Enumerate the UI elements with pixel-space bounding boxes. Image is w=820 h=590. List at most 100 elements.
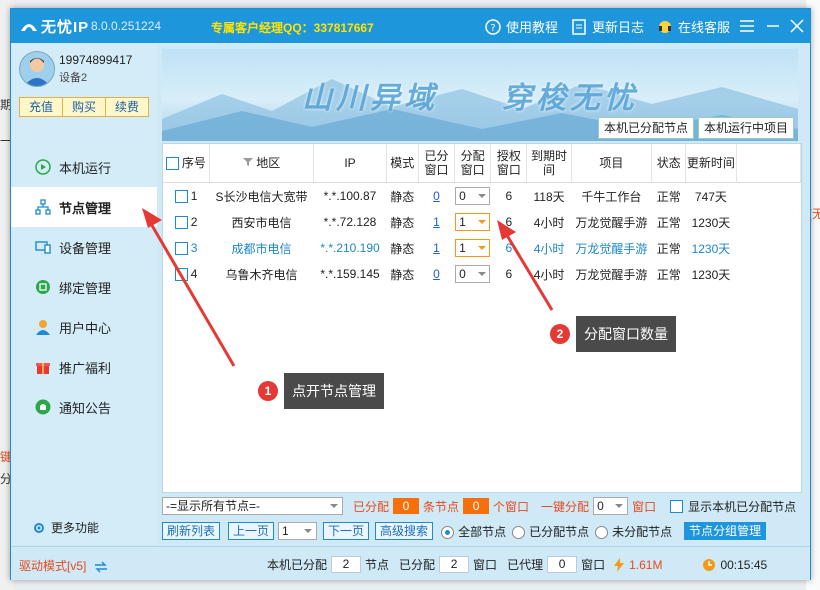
node-filter-select[interactable]: -=显示所有节点=- <box>162 497 343 515</box>
row-update: 1230天 <box>691 241 731 256</box>
title-bar[interactable]: 无忧IP 8.0.0.251224 专属客户经理QQ：337817667 ? 使… <box>11 9 810 43</box>
customer-service-label: 在线客服 <box>678 20 731 35</box>
changelog-link[interactable]: 更新日志 <box>571 17 644 36</box>
sidebar: 19974899417 设备2 充值 购买 续费 本机运行 节点管理 设备管理 … <box>11 43 157 545</box>
renew-button[interactable]: 续费 <box>106 98 148 116</box>
chevron-down-icon <box>304 529 313 533</box>
tab-local-running-projects[interactable]: 本机运行中项目 <box>698 117 795 139</box>
allocated-label: 已分配 <box>399 558 436 572</box>
chevron-down-icon <box>478 272 487 276</box>
switch-icon[interactable] <box>94 561 108 573</box>
header-authorized-windows[interactable]: 授权窗口 <box>490 144 528 183</box>
menu-icon[interactable] <box>737 16 757 36</box>
assign-windows-select[interactable]: 1 <box>455 239 491 257</box>
radio-button[interactable] <box>512 525 526 539</box>
header-assign-windows[interactable]: 分配窗口 <box>454 144 492 183</box>
radio-button[interactable] <box>441 525 455 539</box>
advanced-search-button[interactable]: 高级搜索 <box>375 522 434 540</box>
row-ip: *.*.210.190 <box>320 241 380 255</box>
device-label: 设备2 <box>59 72 88 84</box>
radio-all-nodes[interactable]: 全部节点 <box>441 523 506 540</box>
row-index[interactable]: 4 <box>163 261 209 287</box>
radio-button[interactable] <box>595 525 609 539</box>
page-select[interactable]: 1 <box>278 522 318 540</box>
row-update: 747天 <box>694 189 727 204</box>
allocated-nodes-count: 0 <box>393 498 420 514</box>
account-actions: 充值 购买 续费 <box>19 97 149 117</box>
row-assign: 1 <box>455 209 491 235</box>
header-region[interactable]: 地区 <box>209 144 315 183</box>
nav-item-promotion[interactable]: 推广福利 <box>11 347 157 387</box>
select-all-checkbox[interactable] <box>165 157 179 171</box>
refresh-list-button[interactable]: 刷新列表 <box>162 522 221 540</box>
app-name: 无忧IP <box>41 19 90 36</box>
row-auth: 6 <box>505 189 513 203</box>
avatar[interactable] <box>19 51 55 87</box>
assign-windows-select[interactable]: 0 <box>455 265 491 283</box>
row-index[interactable]: 3 <box>163 235 209 261</box>
row-checkbox[interactable] <box>174 216 188 230</box>
row-region: 乌鲁木齐电信 <box>225 267 298 282</box>
nav-item-binding-management[interactable]: 绑定管理 <box>11 267 157 307</box>
table-row[interactable]: 3 成都市电信 *.*.210.190 静态 1 1 6 4小时 万龙觉醒手游 … <box>163 235 801 261</box>
nav-item-local-run[interactable]: 本机运行 <box>11 147 157 187</box>
table-row[interactable]: 2 西安市电信 *.*.72.128 静态 1 1 6 4小时 万龙觉醒手游 正… <box>163 209 801 235</box>
header-project[interactable]: 项目 <box>571 144 653 183</box>
user-id: 19974899417 <box>59 53 133 67</box>
nav-label: 本机运行 <box>59 160 112 176</box>
nav-item-device-management[interactable]: 设备管理 <box>11 227 157 267</box>
filter-bar: -=显示所有节点=- 已分配 0 条节点 0 个窗口 一键分配 0 窗口 显示本… <box>162 496 802 516</box>
radio-unallocated-nodes[interactable]: 未分配节点 <box>595 523 672 540</box>
show-local-allocated-toggle[interactable]: 显示本机已分配节点 <box>670 498 796 515</box>
row-project: 千牛工作台 <box>581 189 642 204</box>
header-allocated-windows[interactable]: 已分窗口 <box>418 144 456 183</box>
app-version: 8.0.0.251224 <box>91 19 162 33</box>
row-checkbox[interactable] <box>174 190 188 204</box>
nav-item-node-management[interactable]: 节点管理 <box>11 187 157 227</box>
recharge-button[interactable]: 充值 <box>20 98 63 116</box>
assign-windows-select[interactable]: 1 <box>455 213 491 231</box>
row-ip: *.*.100.87 <box>323 189 377 203</box>
driver-mode[interactable]: 驱动模式[v5] <box>19 557 108 574</box>
radio-allocated-nodes[interactable]: 已分配节点 <box>512 523 589 540</box>
row-checkbox[interactable] <box>174 268 188 282</box>
header-ip[interactable]: IP <box>313 144 387 183</box>
row-index[interactable]: 2 <box>163 209 209 235</box>
header-expiry[interactable]: 到期时间 <box>526 144 572 183</box>
allocated-windows-link[interactable]: 0 <box>433 267 440 281</box>
header-update-time[interactable]: 更新时间 <box>685 144 737 183</box>
lightning-icon <box>614 557 625 572</box>
minimize-icon[interactable] <box>763 16 783 36</box>
close-icon[interactable] <box>787 16 807 36</box>
prev-page-button[interactable]: 上一页 <box>228 522 275 540</box>
node-group-management-button[interactable]: 节点分组管理 <box>684 522 767 540</box>
nodes-unit-label: 条节点 <box>423 499 460 514</box>
table-row[interactable]: 4 乌鲁木齐电信 *.*.159.145 静态 0 0 6 4小时 万龙觉醒手游… <box>163 261 801 287</box>
row-index[interactable]: 1 <box>163 183 209 210</box>
allocated-windows-link[interactable]: 1 <box>433 241 440 255</box>
allocated-windows-link[interactable]: 0 <box>433 189 440 203</box>
filter-icon[interactable] <box>242 157 253 167</box>
allocated-windows-link[interactable]: 1 <box>433 215 440 229</box>
row-assign: 1 <box>455 235 491 261</box>
assign-windows-select[interactable]: 0 <box>455 187 491 205</box>
nav-item-notices[interactable]: 通知公告 <box>11 387 157 427</box>
row-assign: 0 <box>455 261 491 287</box>
next-page-button[interactable]: 下一页 <box>323 522 370 540</box>
app-window: 无忧IP 8.0.0.251224 专属客户经理QQ：337817667 ? 使… <box>10 8 811 580</box>
buy-button[interactable]: 购买 <box>63 98 106 116</box>
tab-local-allocated-nodes[interactable]: 本机已分配节点 <box>598 117 695 139</box>
table-row[interactable]: 1 S长沙电信大宽带 *.*.100.87 静态 0 0 6 118天 千牛工作… <box>163 183 801 210</box>
more-features-button[interactable]: 更多功能 <box>33 519 99 536</box>
header-status[interactable]: 状态 <box>651 144 687 183</box>
row-ip: *.*.159.145 <box>320 267 380 281</box>
show-local-allocated-checkbox[interactable] <box>670 499 684 513</box>
row-checkbox[interactable] <box>174 242 188 256</box>
nav-item-user-center[interactable]: 用户中心 <box>11 307 157 347</box>
header-mode[interactable]: 模式 <box>386 144 419 183</box>
customer-service-link[interactable]: 在线客服 <box>657 17 730 36</box>
annotation-label: 点开节点管理 <box>284 373 384 409</box>
header-index[interactable]: 序号 <box>163 144 210 183</box>
help-link[interactable]: ? 使用教程 <box>485 17 558 36</box>
one-click-assign-select[interactable]: 0 <box>593 497 629 515</box>
